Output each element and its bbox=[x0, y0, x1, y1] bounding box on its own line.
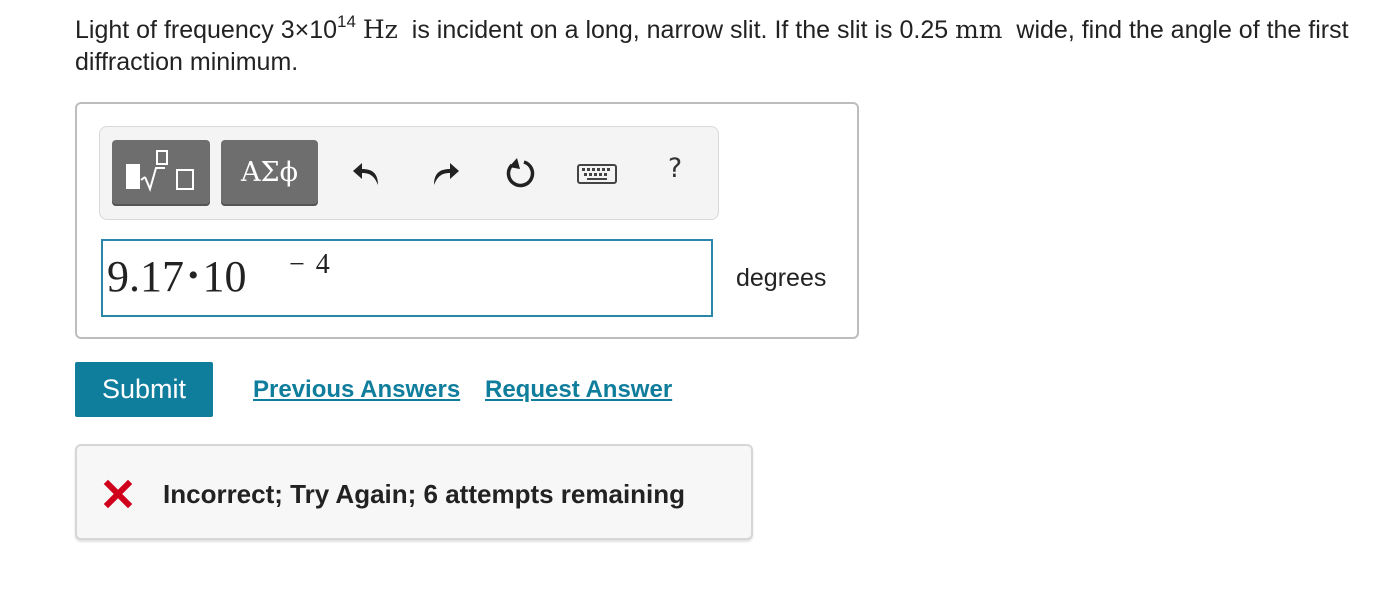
answer-input[interactable]: 9.17 •10 − 4 bbox=[101, 239, 713, 317]
previous-answers-link[interactable]: Previous Answers bbox=[253, 376, 460, 404]
reset-icon[interactable] bbox=[502, 155, 538, 191]
request-answer-link[interactable]: Request Answer bbox=[485, 376, 672, 404]
answer-mantissa: 9.17 bbox=[107, 252, 184, 301]
redo-icon[interactable] bbox=[426, 155, 462, 191]
multiply-dot: • bbox=[188, 259, 199, 292]
math-toolbar: ΑΣϕ ? bbox=[99, 126, 719, 220]
units-label: degrees bbox=[736, 264, 827, 292]
question-text: Light of frequency 3×1014 Hz is incident… bbox=[75, 11, 1385, 78]
frequency-exponent: 14 bbox=[337, 11, 356, 31]
x-mark-icon bbox=[103, 479, 133, 509]
answer-value: 9.17 •10 bbox=[107, 251, 247, 302]
answer-panel: ΑΣϕ ? 9.17 •10 − 4 degrees bbox=[75, 102, 859, 339]
undo-icon[interactable] bbox=[350, 155, 386, 191]
feedback-message: Incorrect; Try Again; 6 attempts remaini… bbox=[163, 479, 686, 509]
greek-symbols-button[interactable]: ΑΣϕ bbox=[221, 140, 318, 206]
question-part2: is incident on a long, narrow slit. If t… bbox=[404, 16, 956, 44]
templates-sqrt-icon bbox=[126, 150, 194, 193]
answer-exponent: − 4 bbox=[289, 249, 332, 280]
unit-mm: mm bbox=[955, 15, 1003, 44]
answer-base: 10 bbox=[202, 252, 247, 301]
submit-button[interactable]: Submit bbox=[75, 362, 213, 417]
keyboard-icon[interactable] bbox=[576, 155, 618, 191]
help-button[interactable]: ? bbox=[660, 153, 690, 184]
unit-hz: Hz bbox=[362, 15, 398, 44]
feedback-panel: Incorrect; Try Again; 6 attempts remaini… bbox=[75, 444, 753, 540]
templates-button[interactable] bbox=[112, 140, 210, 206]
question-part1: Light of frequency 3×10 bbox=[75, 16, 337, 44]
